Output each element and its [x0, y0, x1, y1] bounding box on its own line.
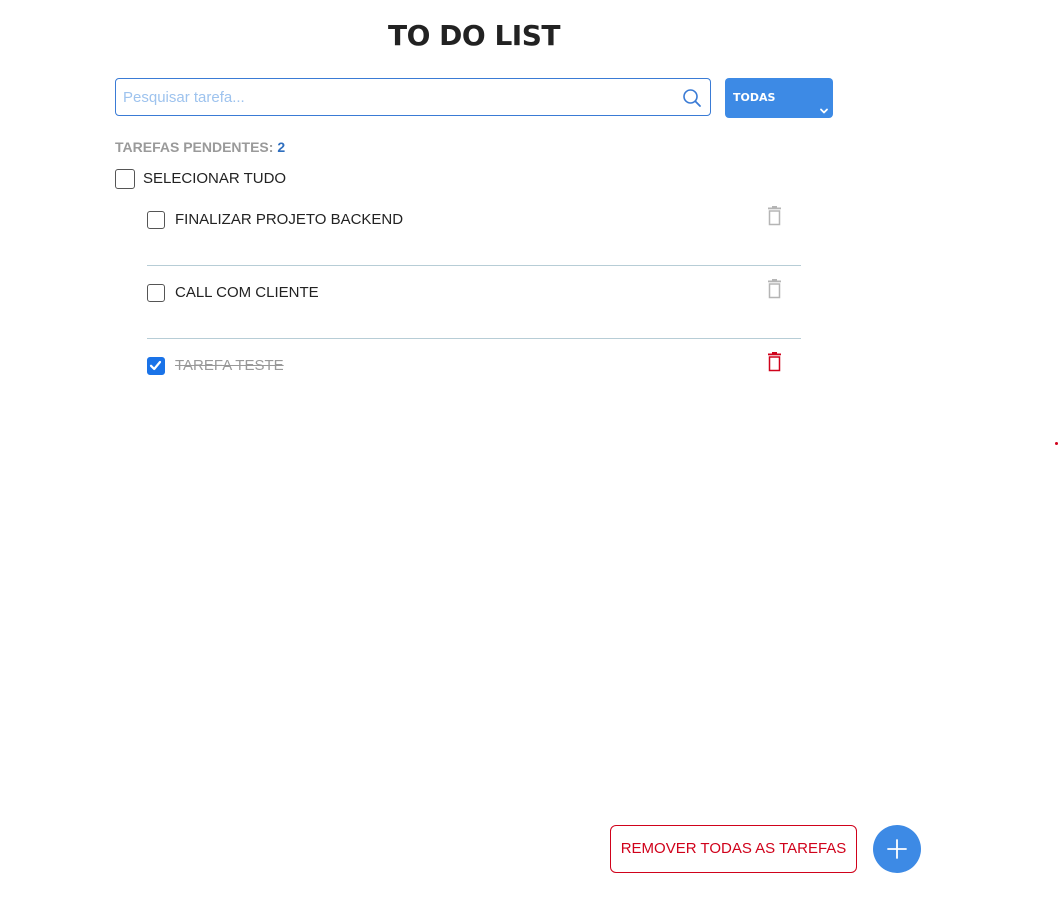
filter-select[interactable]: TODAS — [725, 78, 833, 118]
search-box — [115, 78, 711, 116]
chevron-down-icon — [819, 93, 829, 114]
task-label: FINALIZAR PROJETO BACKEND — [175, 211, 404, 228]
decorative-dot — [1055, 442, 1058, 445]
select-all-label: SELECIONAR TUDO — [143, 170, 287, 187]
todo-app: TO DO LIST TODAS TAREFAS PENDENTES: 2 SE… — [0, 0, 1060, 901]
pending-summary: TAREFAS PENDENTES: 2 — [115, 137, 285, 157]
remove-all-button[interactable]: REMOVER TODAS AS TAREFAS — [610, 825, 857, 873]
task-row: FINALIZAR PROJETO BACKEND — [147, 192, 801, 266]
add-task-button[interactable] — [873, 825, 921, 873]
trash-icon[interactable] — [766, 352, 783, 372]
filter-selected-value: TODAS — [733, 91, 776, 104]
trash-icon[interactable] — [766, 279, 783, 299]
task-row: TAREFA TESTE — [147, 338, 801, 411]
page-title: TO DO LIST — [388, 19, 560, 52]
task-label: CALL COM CLIENTE — [175, 284, 319, 301]
pending-count: 2 — [277, 139, 286, 155]
plus-icon — [887, 839, 907, 859]
search-icon[interactable] — [682, 88, 702, 108]
pending-label: TAREFAS PENDENTES: — [115, 139, 274, 155]
trash-icon[interactable] — [766, 206, 783, 226]
task-checkbox[interactable] — [147, 211, 165, 229]
task-checkbox[interactable] — [147, 284, 165, 302]
task-checkbox-checked[interactable] — [147, 357, 165, 375]
task-label: TAREFA TESTE — [175, 357, 284, 374]
task-row: CALL COM CLIENTE — [147, 265, 801, 339]
search-input[interactable] — [116, 79, 683, 115]
select-all-checkbox[interactable] — [115, 169, 135, 189]
